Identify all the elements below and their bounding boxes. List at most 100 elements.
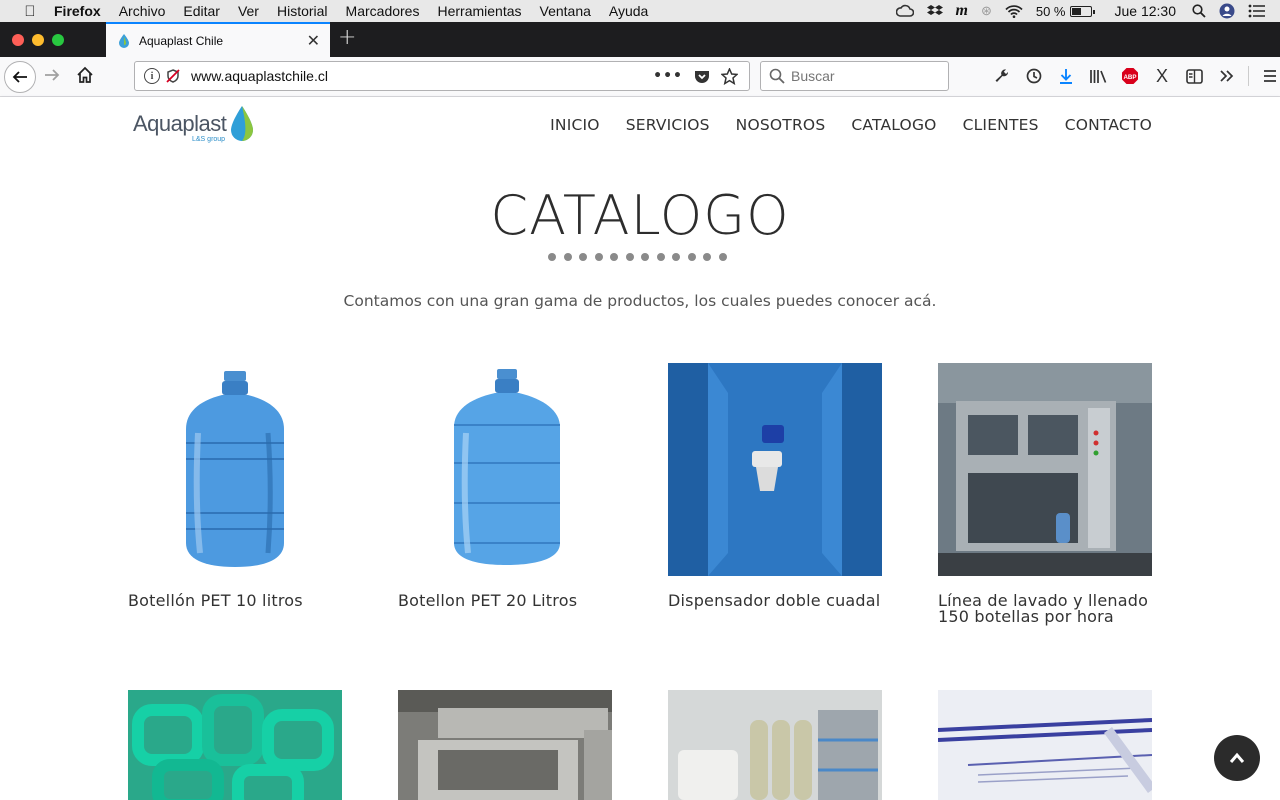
dropbox-icon[interactable] (926, 4, 943, 18)
battery-icon (1069, 5, 1095, 17)
product-card[interactable]: Línea de lavado y llenado 150 botellas p… (938, 363, 1152, 625)
product-card[interactable] (398, 690, 612, 800)
scroll-to-top-button[interactable] (1214, 735, 1260, 781)
separator (1242, 65, 1254, 87)
product-name[interactable]: Botellon PET 20 Litros (398, 593, 612, 609)
tab-strip: Aquaplast Chile ✕ + (0, 22, 1280, 57)
spotlight-icon[interactable] (1192, 4, 1206, 18)
nav-nosotros[interactable]: NOSOTROS (736, 116, 826, 134)
product-name[interactable]: Botellón PET 10 litros (128, 593, 342, 609)
site-header: Aquaplast L&S group INICIO SERVICIOS NOS… (0, 97, 1280, 152)
hamburger-menu-icon[interactable] (1254, 65, 1280, 87)
product-card[interactable]: Dispensador doble cuadal (668, 363, 882, 609)
os-menubar:  Firefox Archivo Editar Ver Historial M… (0, 0, 1280, 22)
battery-percent: 50 % (1035, 3, 1066, 19)
url-text[interactable]: www.aquaplastchile.cl (191, 68, 653, 84)
search-bar[interactable] (760, 61, 949, 91)
logo-wordmark: Aquaplast (133, 111, 227, 136)
home-button[interactable] (75, 65, 95, 85)
nav-catalogo[interactable]: CATALOGO (851, 116, 936, 134)
water-dispenser-image[interactable] (668, 363, 882, 576)
product-card[interactable] (128, 690, 342, 800)
tab-title: Aquaplast Chile (139, 33, 224, 48)
product-card[interactable]: Botellón PET 10 litros (128, 363, 342, 609)
forward-button[interactable] (44, 67, 60, 88)
water-drop-logo-icon (231, 106, 253, 141)
product-name[interactable]: Línea de lavado y llenado 150 botellas p… (938, 593, 1152, 625)
nav-clientes[interactable]: CLIENTES (963, 116, 1039, 134)
zoom-window-button[interactable] (52, 34, 64, 46)
new-tab-button[interactable]: + (338, 25, 356, 50)
user-avatar-icon[interactable] (1219, 3, 1235, 19)
creative-cloud-icon[interactable] (895, 4, 914, 18)
downloads-icon[interactable] (1050, 65, 1082, 87)
chevron-up-icon (1229, 752, 1245, 763)
nav-servicios[interactable]: SERVICIOS (626, 116, 710, 134)
notification-center-icon[interactable] (1248, 4, 1266, 18)
library-icon[interactable] (1082, 65, 1114, 87)
adblock-plus-icon[interactable]: ABP (1114, 65, 1146, 87)
menu-ver[interactable]: Ver (238, 3, 259, 19)
product-card[interactable]: Botellon PET 20 Litros (398, 363, 612, 609)
catalog-section: CATALOGO Contamos con una gran gama de p… (0, 152, 1280, 800)
back-arrow-icon (12, 71, 27, 83)
toolbar-icons: ABP X (986, 65, 1280, 87)
water-bottle-20l-image[interactable] (398, 363, 612, 576)
title-divider-dots (548, 253, 727, 261)
product-name[interactable]: Dispensador doble cuadal (668, 593, 882, 609)
search-input[interactable] (791, 68, 941, 84)
history-clock-icon[interactable] (1018, 65, 1050, 87)
page-title: CATALOGO (490, 184, 790, 247)
minimize-window-button[interactable] (32, 34, 44, 46)
close-window-button[interactable] (12, 34, 24, 46)
tracking-protection-icon[interactable] (166, 69, 180, 83)
clock[interactable]: Jue 12:30 (1115, 3, 1177, 19)
intro-text: Contamos con una gran gama de productos,… (343, 292, 937, 310)
nav-inicio[interactable]: INICIO (550, 116, 600, 134)
main-nav: INICIO SERVICIOS NOSOTROS CATALOGO CLIEN… (524, 116, 1152, 134)
overflow-chevrons-icon[interactable] (1210, 65, 1242, 87)
water-bottle-10l-image[interactable] (128, 363, 342, 576)
x-extension-icon[interactable]: X (1146, 65, 1178, 87)
svg-text:ABP: ABP (1123, 74, 1136, 81)
menu-archivo[interactable]: Archivo (119, 3, 166, 19)
site-logo[interactable]: Aquaplast L&S group (133, 105, 255, 145)
nav-toolbar: i www.aquaplastchile.cl ••• ABP X (0, 57, 1280, 97)
bluetooth-icon[interactable]: ⊛ (981, 3, 992, 19)
pocket-icon[interactable] (694, 69, 710, 84)
tab-favicon-icon (119, 33, 129, 48)
tab-close-icon[interactable]: ✕ (307, 31, 320, 50)
m-app-icon[interactable]: m (956, 2, 968, 20)
menu-app-name[interactable]: Firefox (54, 3, 101, 19)
menu-marcadores[interactable]: Marcadores (346, 3, 420, 19)
battery-indicator[interactable]: 50 % (1035, 3, 1095, 19)
back-button[interactable] (4, 61, 36, 93)
reader-view-icon[interactable] (1178, 65, 1210, 87)
forward-arrow-icon (45, 69, 60, 81)
menu-historial[interactable]: Historial (277, 3, 328, 19)
water-treatment-plant-image[interactable] (668, 690, 882, 800)
wrench-icon[interactable] (986, 65, 1018, 87)
menu-ayuda[interactable]: Ayuda (609, 3, 648, 19)
green-bottle-handles-image[interactable] (128, 690, 342, 800)
sealing-machine-image[interactable] (398, 690, 612, 800)
url-bar[interactable]: i www.aquaplastchile.cl ••• (134, 61, 750, 91)
home-icon (77, 66, 93, 83)
wifi-icon[interactable] (1005, 4, 1023, 18)
bookmark-star-icon[interactable] (721, 67, 738, 85)
menu-ventana[interactable]: Ventana (540, 3, 591, 19)
product-card[interactable] (938, 690, 1152, 800)
window-controls (12, 34, 64, 46)
page-actions-icon[interactable]: ••• (653, 68, 683, 84)
washing-filling-line-image[interactable] (938, 363, 1152, 576)
search-icon (769, 68, 785, 84)
menu-editar[interactable]: Editar (183, 3, 220, 19)
apple-icon[interactable]:  (20, 3, 40, 20)
security-seals-image[interactable] (938, 690, 1152, 800)
site-info-icon[interactable]: i (144, 68, 160, 84)
tab-aquaplast[interactable]: Aquaplast Chile ✕ (106, 22, 330, 57)
product-card[interactable] (668, 690, 882, 800)
menu-herramientas[interactable]: Herramientas (437, 3, 521, 19)
nav-contacto[interactable]: CONTACTO (1065, 116, 1152, 134)
logo-subtext: L&S group (192, 136, 226, 143)
